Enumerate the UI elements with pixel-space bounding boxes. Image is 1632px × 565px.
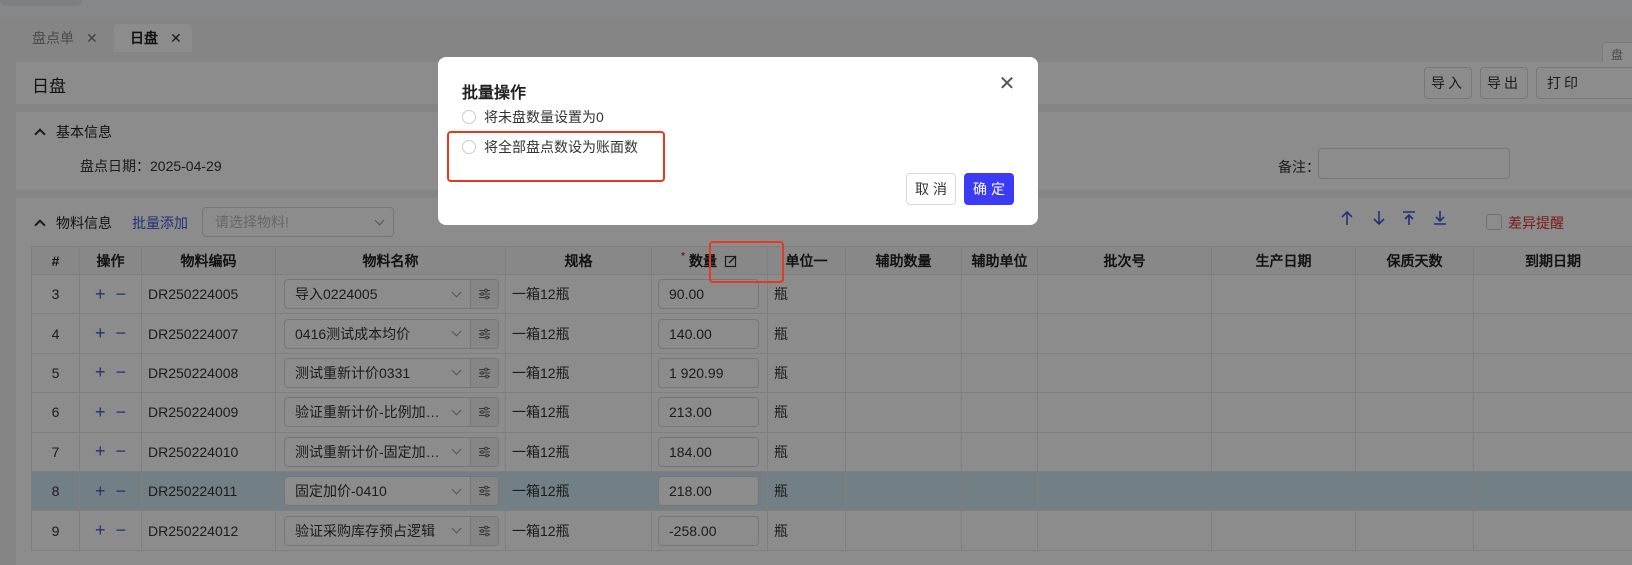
close-icon[interactable]: ✕ [996,73,1018,95]
cancel-button[interactable]: 取消 [906,173,956,205]
confirm-button[interactable]: 确定 [964,173,1014,205]
radio-button[interactable] [462,110,476,124]
dialog-title: 批量操作 [462,85,527,102]
option-label: 将未盘数量设置为0 [484,109,604,125]
annotation-box-option [447,131,665,182]
annotation-box-quantity [709,241,784,283]
option-set-uncounted-zero[interactable]: 将未盘数量设置为0 [462,107,604,127]
